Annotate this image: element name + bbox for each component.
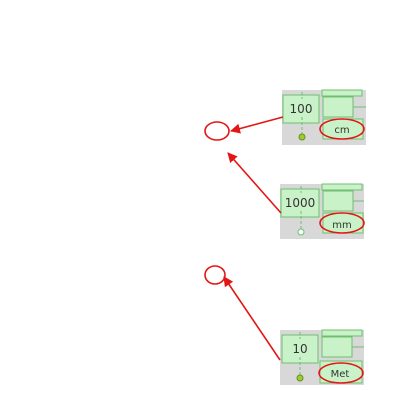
target-circle-lower <box>204 265 226 285</box>
indicator-dot <box>297 228 305 236</box>
arrow-from-met-widget <box>223 276 281 361</box>
widget-10-met: 10 Met <box>280 329 364 385</box>
target-circle-upper <box>204 121 230 141</box>
arrow-from-cm-widget <box>230 116 284 134</box>
indicator-dot <box>296 374 304 382</box>
value-label: 1000 <box>285 196 316 210</box>
widget-top-strip <box>321 89 363 97</box>
unit-label: mm <box>332 220 351 231</box>
secondary-box[interactable] <box>322 190 354 212</box>
secondary-box[interactable] <box>321 336 353 358</box>
value-label: 10 <box>292 342 307 356</box>
unit-label: Met <box>331 369 350 380</box>
value-label: 100 <box>290 102 313 116</box>
unit-label: cm <box>334 125 349 136</box>
widget-top-strip <box>321 183 363 191</box>
arrow-from-mm-widget <box>227 152 282 214</box>
indicator-dot <box>298 133 306 141</box>
widget-1000-mm: 1000 mm <box>280 183 364 239</box>
secondary-box[interactable] <box>322 96 354 118</box>
diagram-canvas: 100 cm 1000 mm 10 Met <box>204 89 366 385</box>
widget-top-strip <box>321 329 363 337</box>
